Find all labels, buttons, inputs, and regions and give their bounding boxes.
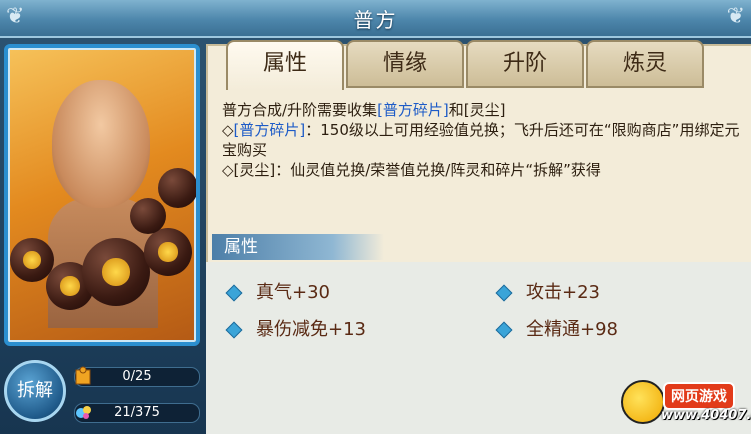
attribute-item: 攻击+23 <box>495 278 600 304</box>
frame-corner-icon <box>174 48 196 70</box>
diamond-bullet-icon <box>225 284 243 302</box>
frame-corner-icon <box>8 320 30 342</box>
attribute-item: 全精通+98 <box>495 315 618 341</box>
fragment-count: 0/25 <box>122 369 152 384</box>
scroll-ornament-icon: ❦ <box>726 4 745 29</box>
fragment-counter: 0/25 <box>74 366 200 387</box>
dust-count: 21/375 <box>114 405 160 420</box>
dust-counter: 21/375 <box>74 403 200 423</box>
hero-head <box>52 80 150 208</box>
fragment-link[interactable]: [普方碎片] <box>234 121 306 139</box>
section-title: 属性 <box>212 234 384 260</box>
tab-refine[interactable]: 炼灵 <box>586 40 704 88</box>
prayer-bead <box>130 198 166 234</box>
page-title: 普方 <box>353 8 398 32</box>
prayer-bead <box>158 168 196 208</box>
frame-corner-icon <box>8 48 30 70</box>
prayer-bead <box>82 238 150 306</box>
diamond-bullet-icon <box>495 321 513 339</box>
tab-bond[interactable]: 情缘 <box>346 40 464 88</box>
attribute-item: 真气+30 <box>225 278 330 304</box>
hero-portrait <box>4 44 200 346</box>
collection-description: 普方合成/升阶需要收集[普方碎片]和[灵尘] ◇[普方碎片]：150级以上可用经… <box>222 101 740 179</box>
diamond-bullet-icon <box>495 284 513 302</box>
attribute-item: 暴伤减免+13 <box>225 315 366 341</box>
fragment-link[interactable]: [普方碎片] <box>377 101 449 119</box>
diamond-bullet-icon <box>225 321 243 339</box>
title-bar: ❦ 普方 ❦ <box>0 0 751 38</box>
tab-attributes[interactable]: 属性 <box>226 40 344 90</box>
site-logo: 网页游戏 www.40407.com <box>621 374 751 434</box>
tab-upgrade[interactable]: 升阶 <box>466 40 584 88</box>
dismantle-button[interactable]: 拆解 <box>4 360 66 422</box>
frame-corner-icon <box>174 320 196 342</box>
mascot-icon <box>621 380 665 424</box>
prayer-bead <box>144 228 192 276</box>
